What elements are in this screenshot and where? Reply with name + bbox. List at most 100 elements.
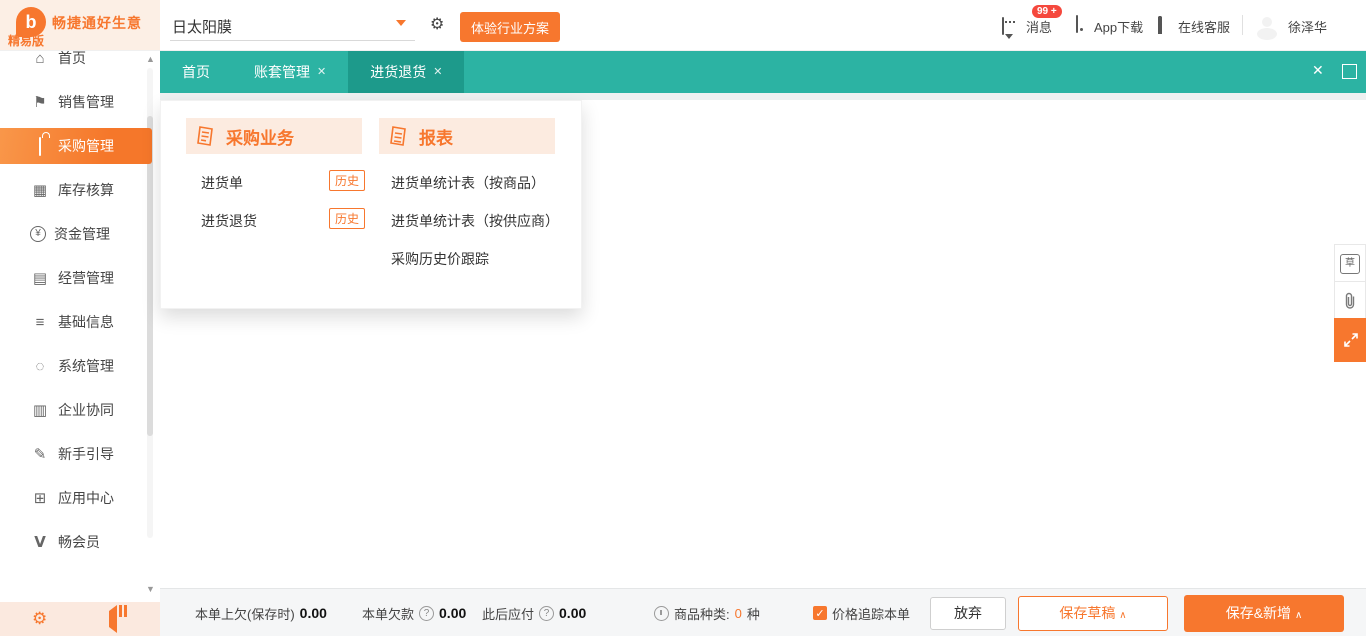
sidebar-item-label: 畅会员 xyxy=(58,532,100,552)
menu-section-title: 采购业务 xyxy=(226,124,294,149)
sidebar-item-inventory[interactable]: ▦ 库存核算 xyxy=(0,176,152,204)
sidebar-item-label: 基础信息 xyxy=(58,312,114,332)
save-new-wrap: 保存&新增 ∧ xyxy=(1184,589,1344,636)
sidebar-item-operations[interactable]: ▤ 经营管理 xyxy=(0,264,152,292)
expand-float-button[interactable] xyxy=(1334,318,1366,362)
online-service-headset-icon[interactable] xyxy=(1158,15,1162,31)
username[interactable]: 徐泽华 xyxy=(1288,17,1327,36)
messages-badge: 99 + xyxy=(1032,5,1062,18)
bottombar: 本单上欠(保存时) 0.00 本单欠款 ? 0.00 此后应付 ? 0.00 商… xyxy=(160,588,1366,636)
history-badge[interactable]: 历史 xyxy=(329,208,365,229)
sidebar-item-label: 首页 xyxy=(58,48,86,68)
tab-purchase-return[interactable]: 进货退货 ✕ xyxy=(348,50,464,93)
bill-debt-help-icon[interactable]: ? xyxy=(419,606,434,621)
history-badge[interactable]: 历史 xyxy=(329,170,365,191)
fullscreen-icon[interactable] xyxy=(1342,64,1357,79)
app-center-icon: ⊞ xyxy=(30,489,50,507)
sidebar-item-label: 新手引导 xyxy=(58,444,114,464)
tab-label: 进货退货 xyxy=(370,62,426,82)
sidebar-item-member[interactable]: Ⅴ 畅会员 xyxy=(0,528,152,556)
operations-icon: ▤ xyxy=(30,269,50,287)
tab-label: 账套管理 xyxy=(254,62,310,82)
sidebar-item-guide[interactable]: ✎ 新手引导 xyxy=(0,440,152,468)
tab-close-icon[interactable]: ✕ xyxy=(433,65,442,78)
sidebar-collapse-icon[interactable] xyxy=(109,611,117,627)
sidebar-item-funds[interactable]: ¥ 资金管理 xyxy=(0,220,152,248)
experience-plan-button[interactable]: 体验行业方案 xyxy=(460,12,560,42)
app-download-icon[interactable] xyxy=(1076,16,1078,32)
menu-item-stats-by-product[interactable]: 进货单统计表（按商品） xyxy=(391,173,545,193)
tabbar: 首页 账套管理 ✕ 进货退货 ✕ xyxy=(160,50,1366,93)
account-select-value[interactable]: 日太阳膜 xyxy=(172,16,232,37)
topbar-divider xyxy=(1242,15,1243,35)
sidebar-item-purchase[interactable]: 采购管理 xyxy=(0,132,152,160)
system-icon: ◌ xyxy=(30,358,50,375)
purchase-bag-icon xyxy=(30,138,50,155)
save-and-new-button[interactable]: 保存&新增 ∧ xyxy=(1184,595,1344,632)
price-track-group[interactable]: ✓ 价格追踪本单 xyxy=(813,589,910,636)
chevron-down-icon[interactable] xyxy=(396,20,406,26)
menu-item-price-history[interactable]: 采购历史价跟踪 xyxy=(391,249,489,269)
goods-category-unit: 种 xyxy=(747,604,760,623)
sidebar: ▲ ▼ ⌂ 首页 ⚑ 销售管理 采购管理 ▦ 库存核算 ¥ 资金管理 ▤ 经营管… xyxy=(0,50,160,602)
guide-icon: ✎ xyxy=(30,445,50,463)
save-draft-button[interactable]: 保存草稿 ∧ xyxy=(1018,596,1168,631)
goods-category-label: 商品种类: xyxy=(674,604,730,623)
prev-debt-value: 0.00 xyxy=(300,605,327,621)
account-select-underline xyxy=(170,40,415,41)
menu-section-purchase: 采购业务 xyxy=(186,118,362,154)
sidebar-item-label: 企业协同 xyxy=(58,400,114,420)
abandon-button[interactable]: 放弃 xyxy=(930,597,1006,630)
tab-close-icon[interactable]: ✕ xyxy=(317,65,326,78)
sidebar-scroll-down-icon[interactable]: ▼ xyxy=(146,584,155,594)
attachment-float-button[interactable] xyxy=(1334,281,1366,320)
tab-account-mgmt[interactable]: 账套管理 ✕ xyxy=(232,50,348,93)
purchase-menu-panel: 采购业务 报表 进货单 历史 进货退货 历史 进货单统计表（按商品） 进货单统计… xyxy=(160,100,582,309)
payable-help-icon[interactable]: ? xyxy=(539,606,554,621)
funds-icon: ¥ xyxy=(30,226,46,242)
topbar: b 畅捷通好生意 精易版 日太阳膜 ⚙ 体验行业方案 消息 99 + App下载… xyxy=(0,0,1366,51)
goods-category-group: 商品种类: 0 种 xyxy=(654,589,760,636)
abandon-wrap: 放弃 xyxy=(930,589,1006,636)
sidebar-item-label: 销售管理 xyxy=(58,92,114,112)
sidebar-item-system[interactable]: ◌ 系统管理 xyxy=(0,352,152,380)
sidebar-item-basic-info[interactable]: ≡ 基础信息 xyxy=(0,308,152,336)
menu-item-purchase-order[interactable]: 进货单 xyxy=(201,173,243,193)
payable-group: 此后应付 ? 0.00 xyxy=(482,589,586,636)
menu-item-stats-by-supplier[interactable]: 进货单统计表（按供应商） xyxy=(391,211,559,231)
menu-item-purchase-return[interactable]: 进货退货 xyxy=(201,211,257,231)
member-icon: Ⅴ xyxy=(30,533,50,551)
sidebar-item-sales[interactable]: ⚑ 销售管理 xyxy=(0,88,152,116)
save-draft-label: 保存草稿 xyxy=(1059,605,1115,621)
account-gear-icon[interactable]: ⚙ xyxy=(430,14,444,34)
basic-info-icon: ≡ xyxy=(30,314,50,331)
home-icon: ⌂ xyxy=(30,50,50,67)
sidebar-item-collaboration[interactable]: ▥ 企业协同 xyxy=(0,396,152,424)
caret-up-icon: ∧ xyxy=(1119,610,1126,621)
tab-label: 首页 xyxy=(182,62,210,82)
bill-debt-value: 0.00 xyxy=(439,605,466,621)
save-draft-wrap: 保存草稿 ∧ xyxy=(1018,589,1168,636)
sidebar-item-app-center[interactable]: ⊞ 应用中心 xyxy=(0,484,152,512)
purchase-business-icon xyxy=(194,124,218,148)
sidebar-item-label: 应用中心 xyxy=(58,488,114,508)
sales-icon: ⚑ xyxy=(30,93,50,111)
sidebar-item-label: 采购管理 xyxy=(58,136,114,156)
online-service-link[interactable]: 在线客服 xyxy=(1178,17,1230,36)
payable-label: 此后应付 xyxy=(482,604,534,623)
tab-home[interactable]: 首页 xyxy=(160,50,232,93)
draft-float-button[interactable]: 草 xyxy=(1334,244,1366,283)
sidebar-item-label: 系统管理 xyxy=(58,356,114,376)
messages-link[interactable]: 消息 xyxy=(1026,17,1052,36)
price-track-checkbox[interactable]: ✓ xyxy=(813,606,827,620)
tabbar-close-all-icon[interactable]: ✕ xyxy=(1312,62,1324,79)
expand-icon xyxy=(1343,332,1359,348)
messages-icon[interactable] xyxy=(1002,18,1004,34)
caret-up-icon: ∧ xyxy=(1295,610,1302,621)
app-download-link[interactable]: App下载 xyxy=(1094,17,1143,36)
sidebar-settings-gear-icon[interactable]: ⚙ xyxy=(32,609,47,629)
goods-category-count: 0 xyxy=(735,606,742,621)
paperclip-icon xyxy=(1342,292,1358,310)
bill-debt-label: 本单欠款 xyxy=(362,604,414,623)
reports-icon xyxy=(387,124,411,148)
